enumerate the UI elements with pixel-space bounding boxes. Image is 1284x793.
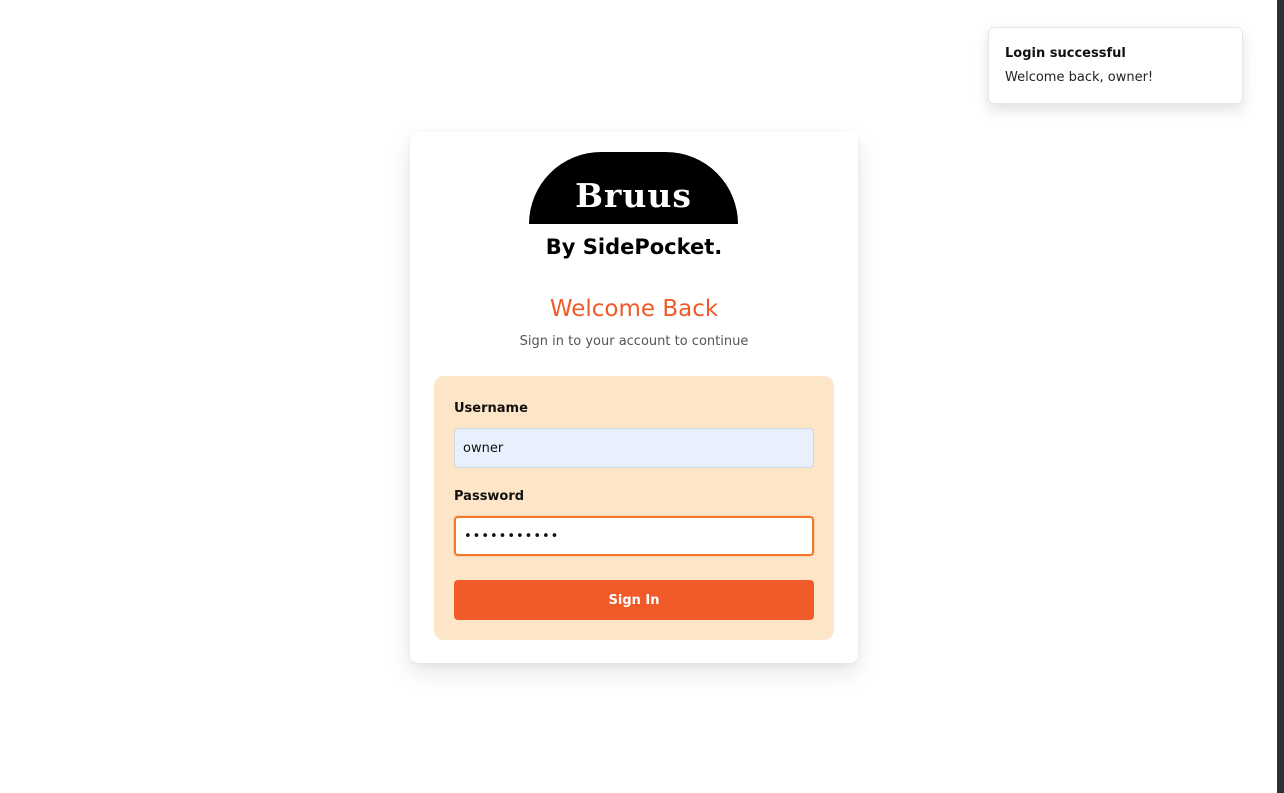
password-label: Password [454,489,525,504]
login-success-toast: Login successful Welcome back, owner! [988,27,1243,104]
toast-title: Login successful [1005,46,1126,61]
bruus-logo: Bruus [529,152,738,224]
window-edge [1277,0,1284,793]
login-card: Bruus By SidePocket. Welcome Back Sign i… [410,132,858,663]
page-subtitle: Sign in to your account to continue [519,334,749,349]
password-input[interactable] [454,516,814,556]
username-label: Username [454,401,528,416]
username-input[interactable] [454,428,814,468]
toast-description: Welcome back, owner! [1005,70,1154,85]
sign-in-button[interactable]: Sign In [454,580,814,620]
brand-byline: By SidePocket. [545,235,723,259]
page-title: Welcome Back [549,296,719,322]
page: Login successful Welcome back, owner! Br… [0,0,1284,793]
logo-text: Bruus [575,175,692,215]
login-form: Username Password Sign In [434,376,834,640]
